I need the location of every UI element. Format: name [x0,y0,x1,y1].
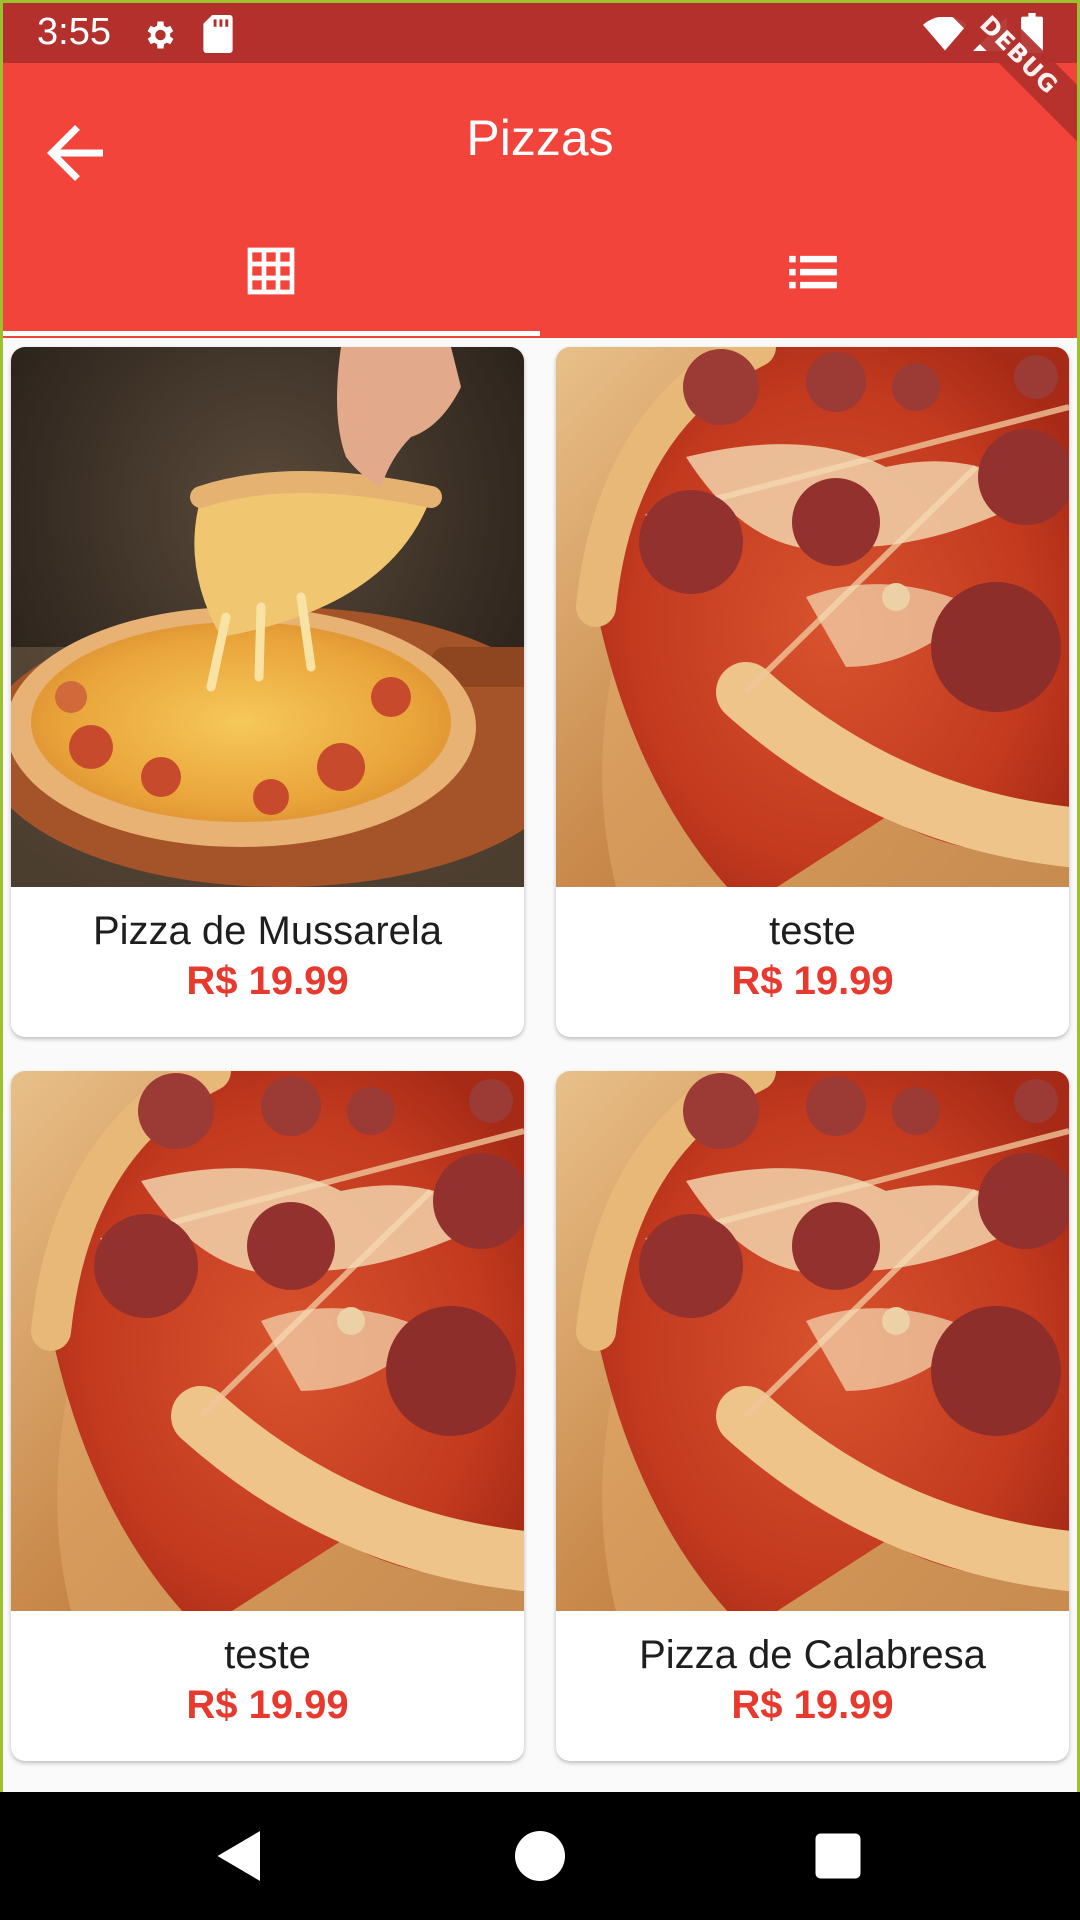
page-title: Pizzas [466,110,614,166]
app-bar: Pizzas [3,63,1077,338]
sd-card-icon [203,15,233,53]
status-time: 3:55 [37,11,111,53]
tab-list[interactable] [540,223,1077,333]
grid-icon [247,247,295,295]
pepperoni-pizza-photo [556,347,1069,887]
back-triangle-icon[interactable] [210,1826,270,1886]
product-price: R$ 19.99 [731,959,894,1003]
product-price: R$ 19.99 [186,1683,349,1727]
app-screen: 3:55 Pizzas DEBUG Pizza de Mussarela R$ … [3,3,1077,1792]
home-circle-icon[interactable] [510,1826,570,1886]
list-icon [789,255,837,289]
product-price: R$ 19.99 [731,1683,894,1727]
product-card[interactable]: teste R$ 19.99 [556,347,1069,1037]
recents-square-icon[interactable] [808,1826,868,1886]
tab-grid[interactable] [3,223,540,333]
product-card[interactable]: Pizza de Mussarela R$ 19.99 [11,347,524,1037]
product-name: Pizza de Mussarela [92,909,443,953]
product-name: teste [769,909,856,953]
cheese-pizza-photo [11,347,524,887]
pepperoni-pizza-photo [11,1071,524,1611]
product-price: R$ 19.99 [186,959,349,1003]
product-card[interactable]: teste R$ 19.99 [11,1071,524,1761]
product-name: Pizza de Calabresa [639,1633,986,1677]
pepperoni-pizza-photo [556,1071,1069,1611]
system-nav-bar [0,1792,1080,1920]
gear-icon [147,21,174,49]
product-card[interactable]: Pizza de Calabresa R$ 19.99 [556,1071,1069,1761]
status-bar: 3:55 [3,3,1077,63]
tab-indicator [3,331,540,336]
product-name: teste [224,1633,311,1677]
